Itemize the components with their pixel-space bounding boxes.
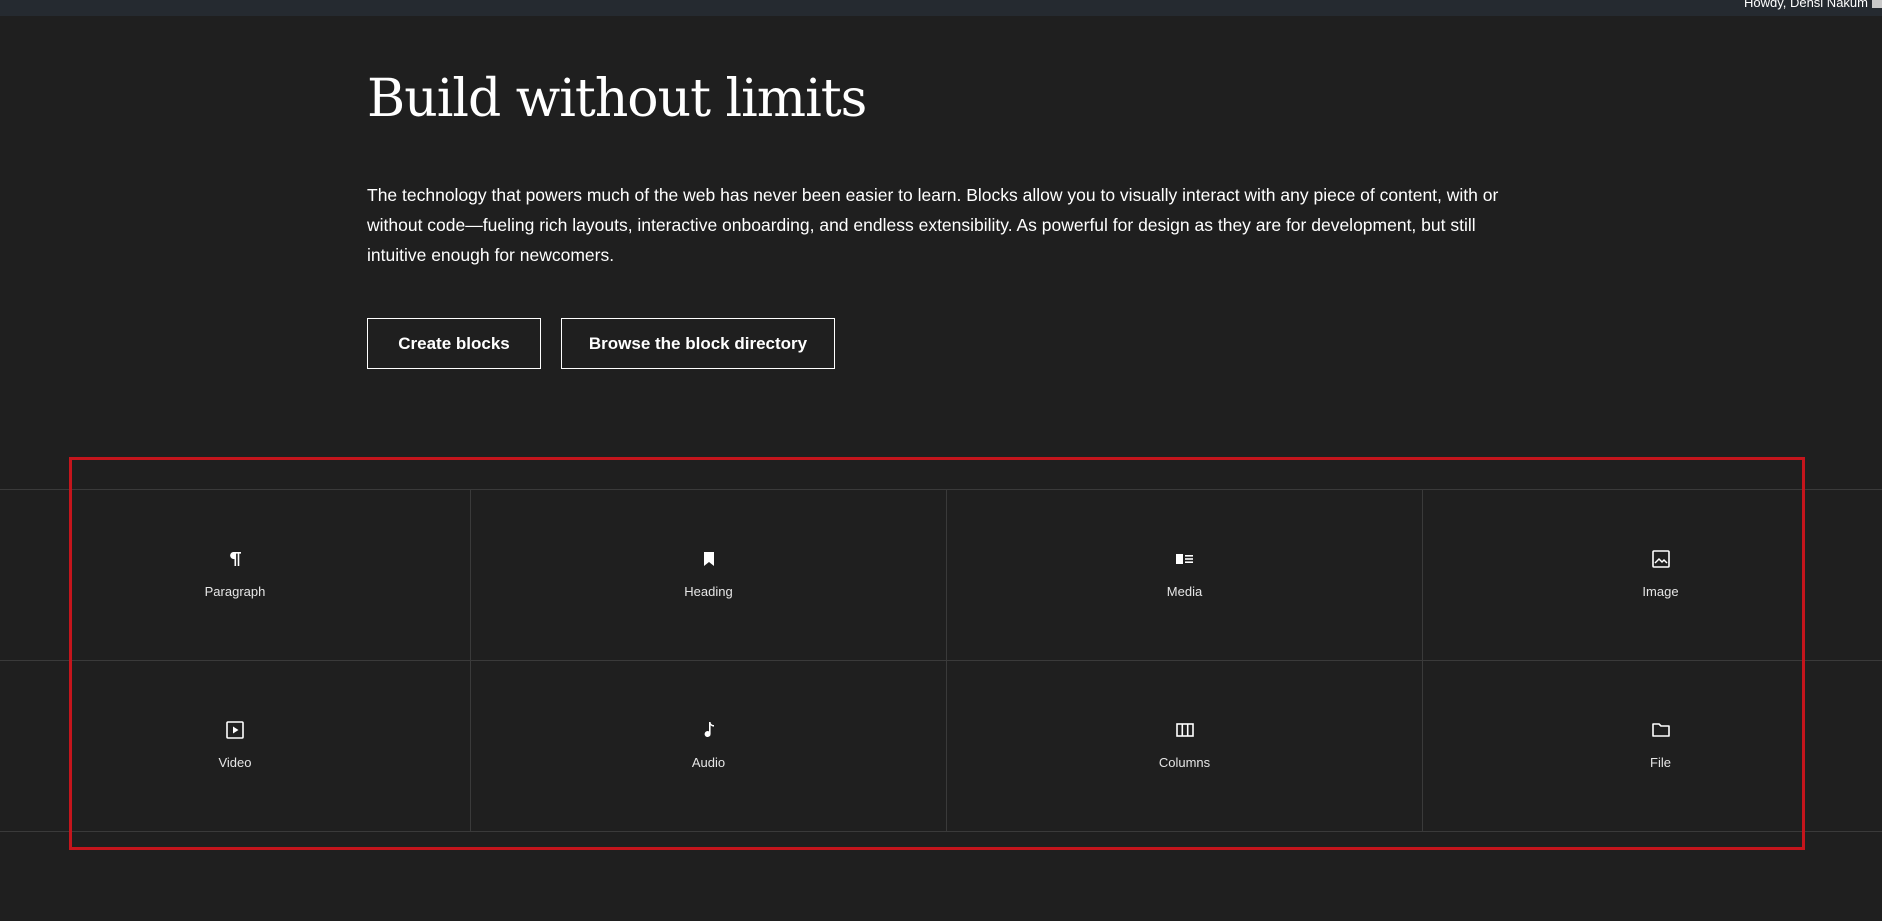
- bookmark-icon: [698, 548, 720, 570]
- block-file[interactable]: File: [1422, 661, 1882, 832]
- create-blocks-button[interactable]: Create blocks: [367, 318, 541, 369]
- media-text-icon: [1174, 548, 1196, 570]
- video-icon: [224, 719, 246, 741]
- block-label: Audio: [691, 755, 726, 770]
- block-label: Paragraph: [204, 584, 266, 599]
- block-columns[interactable]: Columns: [946, 661, 1422, 832]
- blocks-row-2: Video Audio Columns File: [0, 661, 1882, 832]
- block-video[interactable]: Video: [0, 661, 470, 832]
- block-media[interactable]: Media: [946, 490, 1422, 661]
- folder-icon: [1650, 719, 1672, 741]
- block-label: Media: [1166, 584, 1203, 599]
- block-label: Heading: [684, 584, 733, 599]
- howdy-greeting[interactable]: Howdy, Densi Nakum: [1744, 0, 1868, 10]
- block-label: Video: [218, 755, 252, 770]
- block-audio[interactable]: Audio: [470, 661, 946, 832]
- music-note-icon: [698, 719, 720, 741]
- block-heading[interactable]: Heading: [470, 490, 946, 661]
- block-image[interactable]: Image: [1422, 490, 1882, 661]
- avatar[interactable]: [1872, 0, 1882, 8]
- browse-block-directory-button[interactable]: Browse the block directory: [561, 318, 835, 369]
- block-paragraph[interactable]: Paragraph: [0, 490, 470, 661]
- hero-description: The technology that powers much of the w…: [367, 185, 1499, 265]
- admin-bar: Howdy, Densi Nakum: [0, 0, 1882, 16]
- image-icon: [1650, 548, 1672, 570]
- blocks-grid: Paragraph Heading Media Image Video Audi…: [0, 489, 1882, 832]
- columns-icon: [1174, 719, 1196, 741]
- hero-section: Build without limits The technology that…: [367, 66, 1527, 270]
- block-label: Image: [1642, 584, 1679, 599]
- paragraph-icon: [224, 548, 246, 570]
- blocks-row-1: Paragraph Heading Media Image: [0, 490, 1882, 661]
- block-label: Columns: [1158, 755, 1211, 770]
- block-label: File: [1650, 755, 1671, 770]
- hero-buttons: Create blocks Browse the block directory: [367, 318, 835, 369]
- page-title: Build without limits: [367, 69, 867, 129]
